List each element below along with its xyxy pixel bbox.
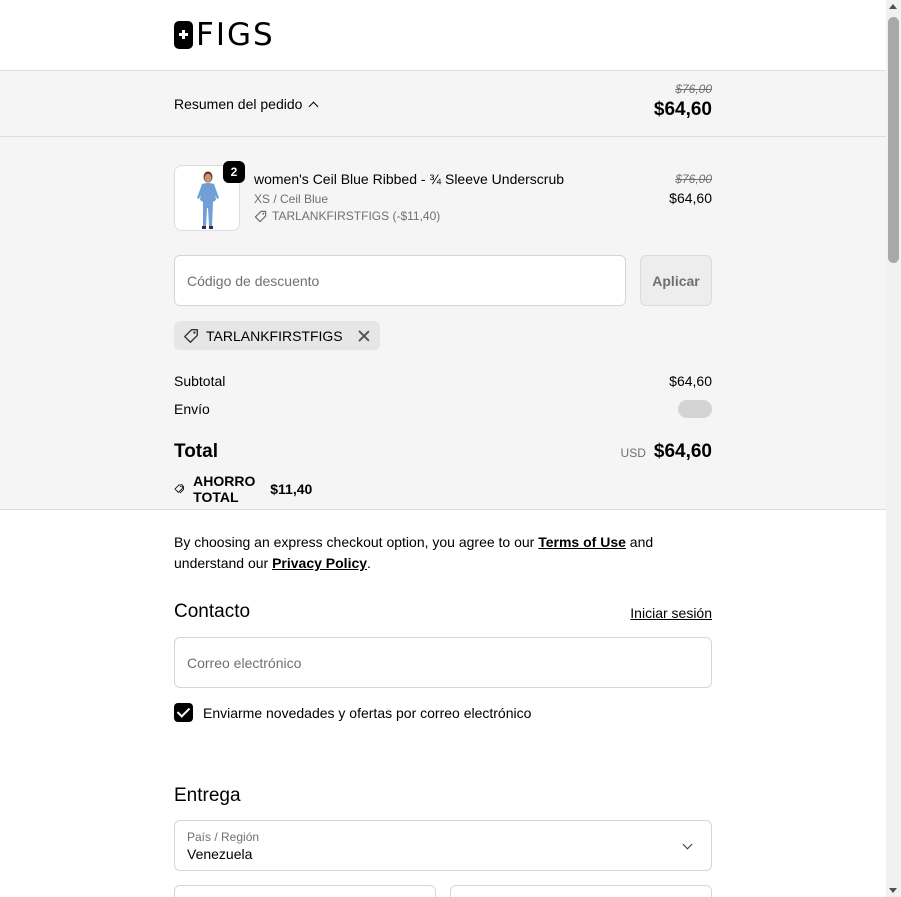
brand-logo[interactable]: FIGS <box>174 17 275 53</box>
line-item-price: $64,60 <box>669 190 712 206</box>
contact-title: Contacto <box>174 601 251 622</box>
scroll-down-icon[interactable] <box>889 888 897 893</box>
shipping-row: Envío <box>174 400 712 418</box>
country-select-value: Venezuela <box>187 846 253 862</box>
order-summary-toggle[interactable]: Resumen del pedido <box>174 96 319 112</box>
quantity-badge: 2 <box>223 161 245 183</box>
line-item-info: women's Ceil Blue Ribbed - ¾ Sleeve Unde… <box>254 171 564 223</box>
scroll-up-icon[interactable] <box>889 4 897 9</box>
express-note-text-before: By choosing an express checkout option, … <box>174 534 539 550</box>
line-item-variant: XS / Ceil Blue <box>254 192 329 206</box>
email-field[interactable]: Correo electrónico <box>174 637 712 688</box>
newsletter-checkbox[interactable] <box>174 703 193 722</box>
checkout-page: FIGS Resumen del pedido $76,00 $64,60 2 … <box>0 0 886 897</box>
applied-discount-code: TARLANKFIRSTFIGS <box>206 327 343 344</box>
total-label: Total <box>174 441 218 462</box>
currency-code: USD <box>620 446 646 460</box>
summary-original-price: $76,00 <box>675 82 712 96</box>
total-savings: AHORRO TOTAL $11,40 <box>174 473 312 505</box>
savings-tags-icon <box>174 484 185 494</box>
first-name-field[interactable] <box>174 885 436 897</box>
country-select-label: País / Región <box>187 830 260 844</box>
figs-plus-icon <box>174 21 193 49</box>
express-checkout-note: By choosing an express checkout option, … <box>174 532 712 574</box>
brand-logo-text: FIGS <box>196 17 275 53</box>
summary-prices: $76,00 $64,60 <box>654 82 712 121</box>
line-item-discount: TARLANKFIRSTFIGS (-$11,40) <box>254 209 564 223</box>
page-scrollbar[interactable] <box>886 0 901 897</box>
line-item-original-price: $76,00 <box>675 172 712 186</box>
apply-discount-button[interactable]: Aplicar <box>640 255 712 306</box>
total-value: $64,60 <box>653 441 712 462</box>
newsletter-option[interactable]: Enviarme novedades y ofertas por correo … <box>174 703 531 722</box>
total-amount: USD $64,60 <box>621 441 712 463</box>
newsletter-label: Enviarme novedades y ofertas por correo … <box>203 704 532 721</box>
chevron-up-icon <box>308 101 319 111</box>
terms-of-use-link[interactable]: Terms of Use <box>538 534 626 550</box>
shipping-value-placeholder <box>678 400 712 418</box>
line-item-prices: $76,00 $64,60 <box>669 172 712 206</box>
order-summary-bar: Resumen del pedido $76,00 $64,60 <box>0 71 886 137</box>
remove-discount-icon[interactable] <box>358 330 370 342</box>
subtotal-row: Subtotal $64,60 <box>174 373 712 389</box>
summary-price: $64,60 <box>653 99 712 120</box>
express-note-text-after: . <box>367 555 371 571</box>
country-select[interactable]: País / Región Venezuela <box>174 820 712 871</box>
scroll-thumb[interactable] <box>888 17 899 263</box>
line-item-discount-text: TARLANKFIRSTFIGS (-$11,40) <box>272 209 441 223</box>
savings-value: $11,40 <box>270 481 313 497</box>
order-summary-panel: 2 women's Ceil Blue Ribbed - ¾ Sleeve Un… <box>0 137 886 510</box>
tag-icon <box>184 328 198 343</box>
subtotal-label: Subtotal <box>174 373 226 389</box>
privacy-policy-link[interactable]: Privacy Policy <box>272 555 367 571</box>
total-row: Total USD $64,60 <box>174 441 712 463</box>
tag-icon <box>254 210 267 222</box>
applied-discount-chip: TARLANKFIRSTFIGS <box>174 321 380 350</box>
savings-label: AHORRO TOTAL <box>193 473 256 505</box>
shipping-label: Envío <box>174 401 210 417</box>
last-name-field[interactable] <box>450 885 712 897</box>
checkout-header: FIGS <box>0 0 886 71</box>
delivery-title: Entrega <box>174 785 241 806</box>
order-summary-toggle-label: Resumen del pedido <box>174 96 303 112</box>
login-link[interactable]: Iniciar sesión <box>630 605 712 621</box>
subtotal-value: $64,60 <box>669 373 712 389</box>
line-item-name: women's Ceil Blue Ribbed - ¾ Sleeve Unde… <box>254 171 565 187</box>
discount-code-input[interactable]: Código de descuento <box>174 255 626 306</box>
